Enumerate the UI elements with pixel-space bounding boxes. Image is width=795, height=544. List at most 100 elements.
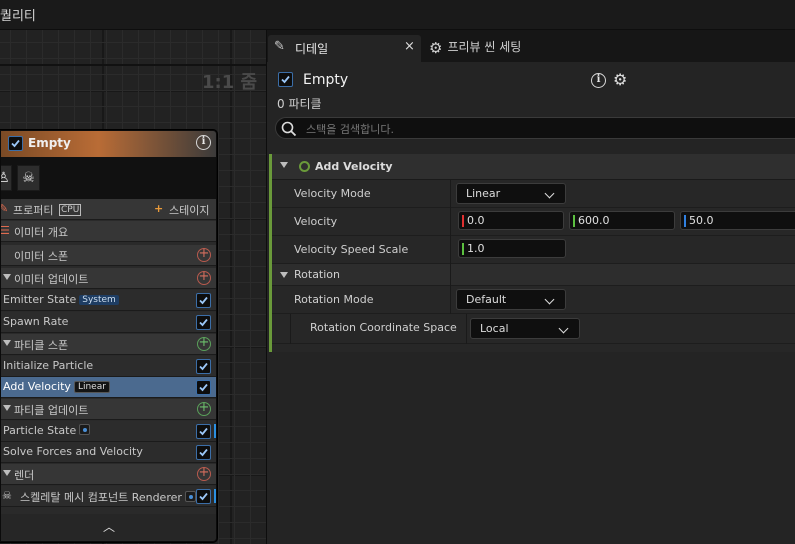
section-header[interactable]: Add Velocity — [272, 154, 795, 180]
rotation-coordinate-space-row: Rotation Coordinate Space Local — [272, 314, 795, 344]
stage-button[interactable]: 스테이지 — [169, 202, 209, 218]
status-bar — [214, 424, 216, 438]
property-label: Velocity Mode — [294, 187, 371, 200]
dropdown-value: Default — [466, 293, 507, 306]
module-enabled-checkbox[interactable] — [196, 424, 211, 439]
figure-icon[interactable]: ♙ — [1, 165, 12, 191]
field-value: 600.0 — [578, 214, 610, 227]
velocity-mode-row: Velocity Mode Linear — [272, 180, 795, 208]
tab-label: 프리뷰 씬 세팅 — [447, 40, 522, 54]
particle-spawn-row[interactable]: 파티클 스폰 + — [1, 334, 216, 355]
module-row-particle-state[interactable]: Particle State — [1, 421, 216, 442]
tab-preview-scene-settings[interactable]: ⚙ 프리뷰 씬 세팅 — [429, 38, 521, 57]
cpu-badge: CPU — [59, 204, 82, 216]
property-label: Rotation Coordinate Space — [310, 321, 457, 334]
rotation-mode-dropdown[interactable]: Default — [456, 289, 566, 310]
module-enabled-checkbox[interactable] — [196, 445, 211, 460]
chevron-down-icon — [544, 188, 555, 199]
search-input[interactable]: 스택을 검색합니다. — [275, 117, 795, 139]
module-label: Particle State — [3, 424, 77, 437]
module-label: Solve Forces and Velocity — [3, 445, 143, 458]
graph-divider — [0, 64, 266, 66]
graph-canvas[interactable]: 1:1 줌 Empty i ♙ ☠ ✎ 프로퍼티 CPU + 스테이지 ☰ 이미… — [0, 30, 266, 544]
velocity-x-field[interactable]: 0.0 — [458, 211, 564, 230]
gear-icon[interactable]: ⚙ — [613, 70, 627, 89]
add-module-icon[interactable]: + — [197, 270, 211, 285]
plus-icon[interactable]: + — [154, 202, 163, 215]
particle-update-label: 파티클 업데이트 — [14, 404, 89, 417]
top-bar: 퀄리티 — [0, 0, 795, 30]
system-badge: System — [79, 295, 119, 305]
tab-bar: ✎ 디테일 × ⚙ 프리뷰 씬 세팅 — [267, 30, 795, 62]
properties-row[interactable]: ✎ 프로퍼티 CPU + 스테이지 — [1, 199, 216, 220]
property-label: Rotation Mode — [294, 293, 374, 306]
module-row-emitter-state[interactable]: Emitter State System — [1, 290, 216, 311]
dropdown-value: Linear — [466, 187, 501, 200]
module-enabled-checkbox[interactable] — [196, 380, 211, 395]
module-label: 스켈레탈 메시 컴포넌트 Renderer — [20, 491, 182, 504]
field-value: 1.0 — [467, 242, 485, 255]
search-placeholder: 스택을 검색합니다. — [306, 123, 394, 136]
rotation-group-row[interactable]: Rotation — [272, 264, 795, 286]
particle-update-row[interactable]: 파티클 업데이트 + — [1, 399, 216, 420]
emitter-update-label: 이미터 업데이트 — [14, 273, 89, 286]
particle-count: 0 파티클 — [277, 97, 322, 111]
tab-label: 디테일 — [295, 42, 329, 56]
property-label: Velocity — [294, 215, 338, 228]
chevron-down-icon — [558, 323, 569, 334]
velocity-mode-dropdown[interactable]: Linear — [456, 183, 566, 204]
module-row-renderer[interactable]: ☠ 스켈레탈 메시 컴포넌트 Renderer — [1, 486, 216, 507]
module-label: Initialize Particle — [3, 359, 94, 372]
module-label: Emitter State — [3, 293, 77, 306]
search-icon — [281, 121, 297, 137]
object-name: Empty — [303, 72, 349, 88]
module-enabled-checkbox[interactable] — [196, 315, 211, 330]
info-icon[interactable]: i — [591, 73, 606, 88]
module-row-initialize-particle[interactable]: Initialize Particle — [1, 356, 216, 377]
module-enabled-checkbox[interactable] — [196, 359, 211, 374]
properties-label: 프로퍼티 — [13, 204, 54, 217]
emitter-node[interactable]: Empty i ♙ ☠ ✎ 프로퍼티 CPU + 스테이지 ☰ 이미터 개요 이… — [0, 130, 217, 542]
emitter-enabled-checkbox[interactable] — [8, 136, 23, 151]
module-row-spawn-rate[interactable]: Spawn Rate — [1, 312, 216, 333]
velocity-row: Velocity 0.0 600.0 50.0 — [272, 208, 795, 236]
module-row-add-velocity[interactable]: Add Velocity Linear — [1, 377, 216, 398]
module-label: Spawn Rate — [3, 315, 69, 328]
skeleton-icon[interactable]: ☠ — [17, 165, 40, 191]
add-module-icon[interactable]: + — [197, 336, 211, 351]
property-label: Velocity Speed Scale — [294, 243, 409, 256]
emitter-thumbnails: ♙ ☠ — [1, 157, 216, 199]
module-enabled-checkbox[interactable] — [196, 489, 211, 504]
collapse-triangle-icon[interactable] — [280, 272, 288, 278]
section-title: Add Velocity — [315, 160, 393, 173]
render-row[interactable]: 렌더 + — [1, 464, 216, 485]
velocity-speed-scale-row: Velocity Speed Scale 1.0 — [272, 236, 795, 264]
collapse-button[interactable]: ︿ — [1, 514, 216, 540]
details-panel: ✎ 디테일 × ⚙ 프리뷰 씬 세팅 Empty i ⚙ 0 파티클 스택을 검색… — [266, 30, 795, 544]
tab-details[interactable]: ✎ 디테일 × — [268, 35, 421, 62]
velocity-y-field[interactable]: 600.0 — [569, 211, 675, 230]
object-enabled-checkbox[interactable] — [278, 72, 293, 87]
collapse-triangle-icon[interactable] — [280, 162, 288, 168]
zoom-label: 1:1 줌 — [202, 72, 258, 93]
module-enabled-checkbox[interactable] — [196, 293, 211, 308]
add-module-icon[interactable]: + — [197, 247, 211, 262]
rotation-space-dropdown[interactable]: Local — [470, 318, 580, 339]
emitter-spawn-row[interactable]: 이미터 스폰 + — [1, 245, 216, 266]
velocity-z-field[interactable]: 50.0 — [680, 211, 795, 230]
add-module-icon[interactable]: + — [197, 401, 211, 416]
rotation-mode-row: Rotation Mode Default — [272, 286, 795, 314]
emitter-update-row[interactable]: 이미터 업데이트 + — [1, 268, 216, 289]
add-module-icon[interactable]: + — [197, 466, 211, 481]
module-row-solve-forces[interactable]: Solve Forces and Velocity — [1, 442, 216, 463]
module-label: Add Velocity — [3, 380, 71, 393]
info-icon[interactable]: i — [196, 135, 211, 150]
pencil-icon: ✎ — [274, 39, 285, 54]
close-icon[interactable]: × — [404, 39, 415, 54]
dot-icon — [184, 491, 196, 502]
emitter-node-header[interactable]: Empty i — [1, 131, 216, 157]
speed-scale-field[interactable]: 1.0 — [458, 239, 566, 258]
emitter-summary-row[interactable]: ☰ 이미터 개요 — [1, 221, 216, 242]
add-velocity-section: Add Velocity Velocity Mode Linear Veloci… — [269, 154, 795, 352]
skeleton-icon: ☠ — [2, 489, 12, 502]
